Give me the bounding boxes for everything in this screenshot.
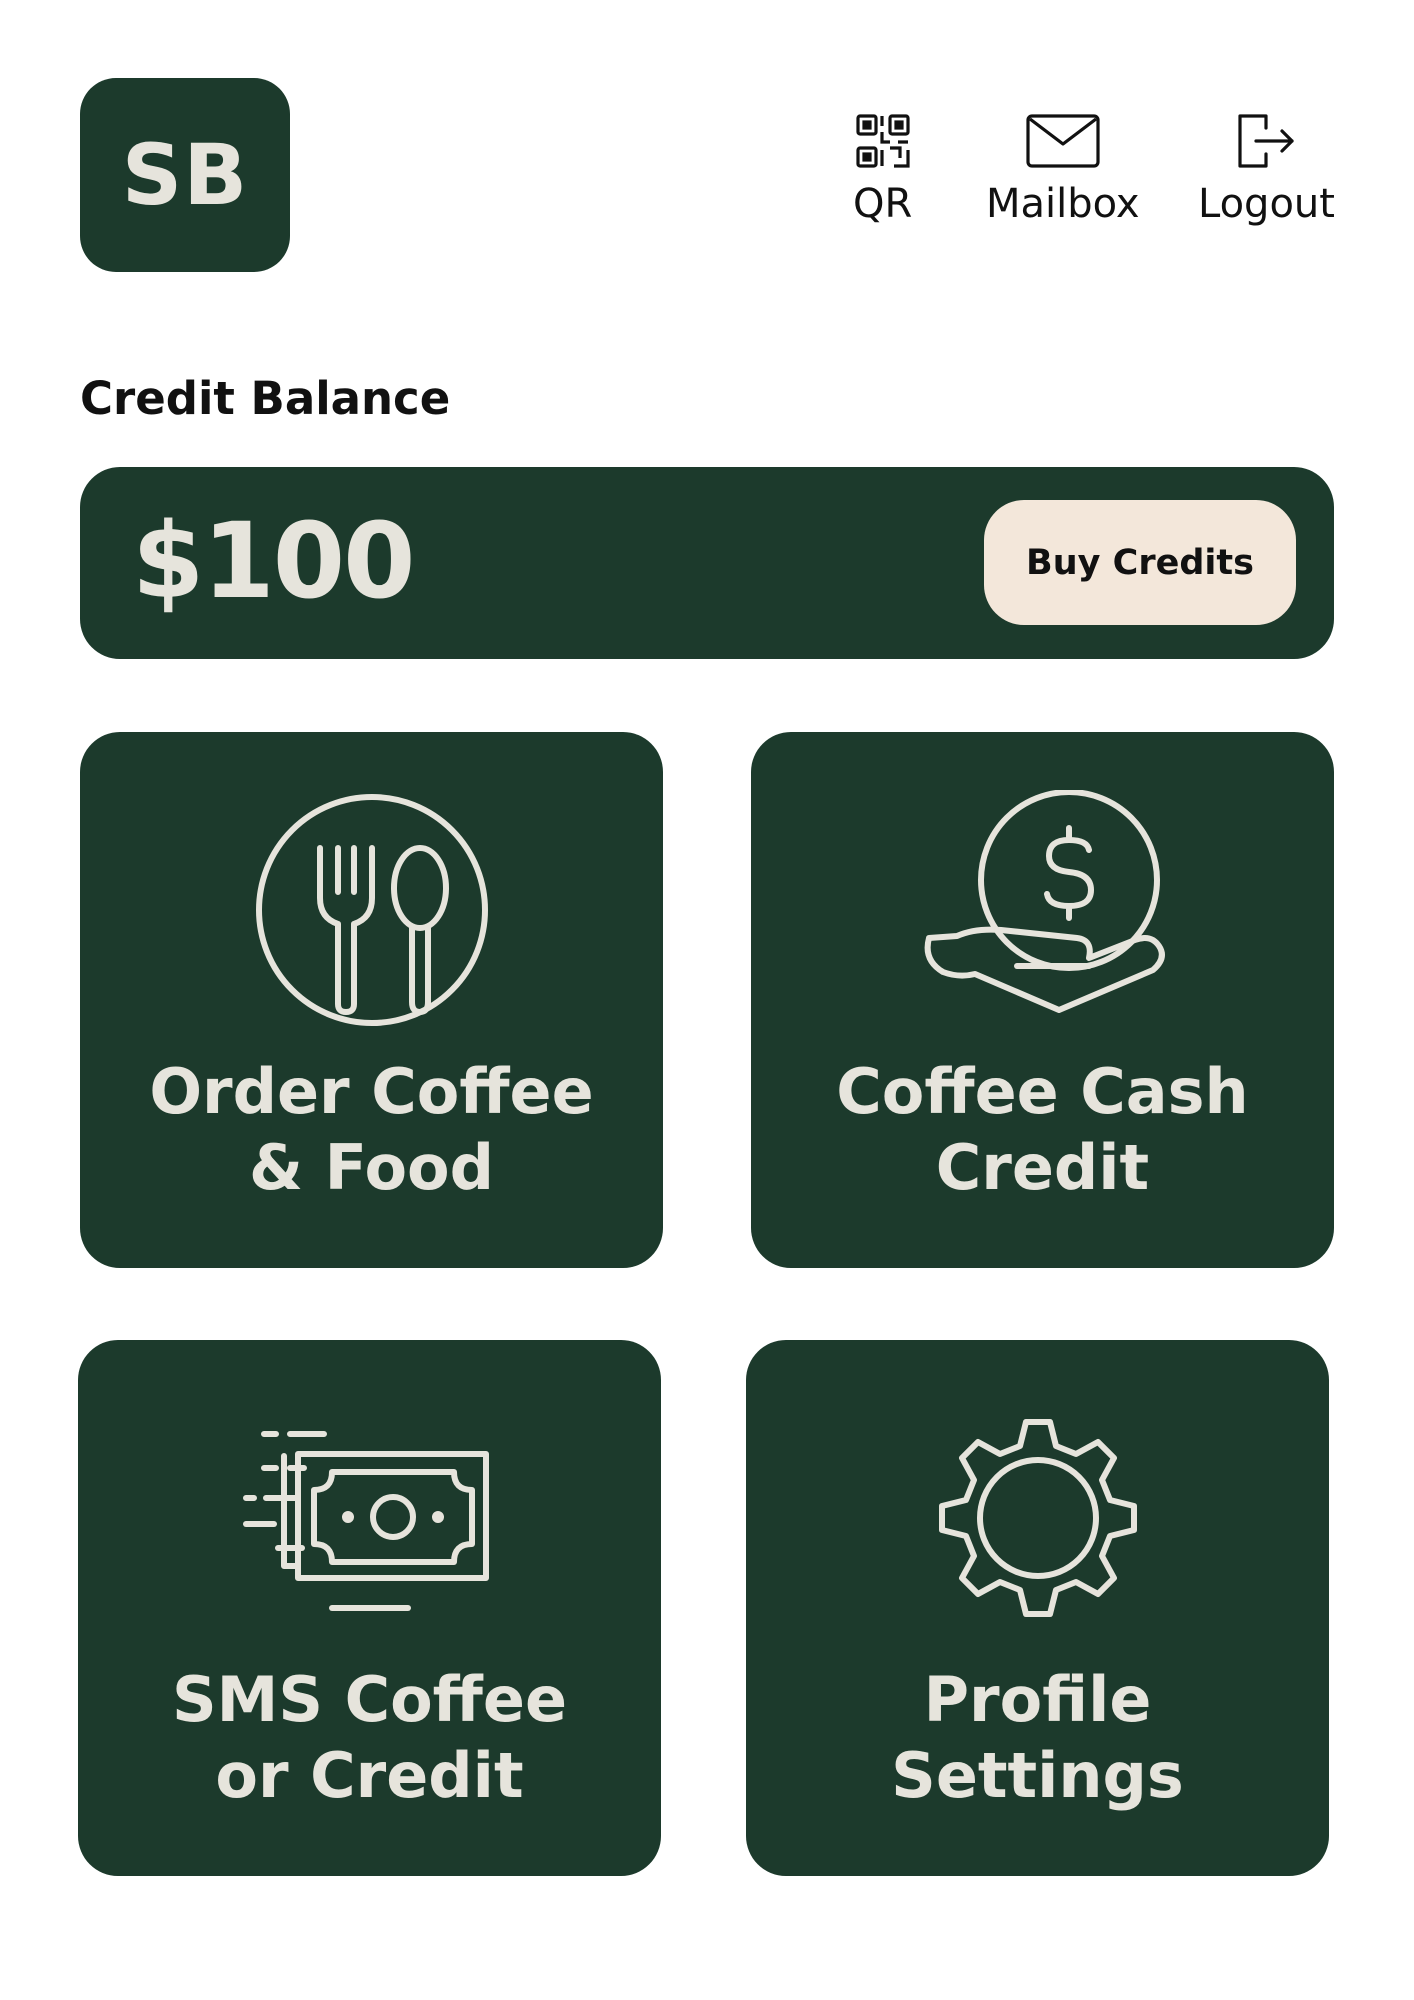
mailbox-button[interactable]: Mailbox — [986, 112, 1140, 224]
balance-card: $100 Buy Credits — [80, 467, 1334, 659]
buy-credits-button[interactable]: Buy Credits — [984, 500, 1296, 625]
logout-label: Logout — [1198, 181, 1335, 227]
envelope-icon — [1025, 112, 1101, 170]
money-transfer-icon — [242, 1431, 489, 1611]
qr-button[interactable]: QR — [853, 112, 912, 224]
tile-order-coffee-food[interactable]: Order Coffee & Food — [80, 732, 663, 1268]
tile-label: Profile Settings — [891, 1663, 1184, 1812]
mailbox-label: Mailbox — [986, 181, 1140, 227]
credit-balance-heading: Credit Balance — [80, 372, 451, 425]
gear-icon — [938, 1419, 1137, 1617]
fork-spoon-icon — [255, 794, 488, 1026]
tile-coffee-cash-credit[interactable]: Coffee Cash Credit — [751, 732, 1334, 1268]
tile-label: Coffee Cash Credit — [836, 1055, 1249, 1204]
hand-coin-icon — [924, 790, 1165, 1013]
tile-sms-coffee-credit[interactable]: SMS Coffee or Credit — [78, 1340, 661, 1876]
avatar-initials: SB — [121, 126, 249, 224]
qr-code-icon — [854, 112, 912, 170]
avatar[interactable]: SB — [80, 78, 290, 272]
tile-profile-settings[interactable]: Profile Settings — [746, 1340, 1329, 1876]
tile-label: SMS Coffee or Credit — [171, 1663, 567, 1812]
tile-label: Order Coffee & Food — [149, 1055, 594, 1204]
qr-label: QR — [853, 181, 913, 227]
logout-icon — [1234, 112, 1298, 170]
logout-button[interactable]: Logout — [1198, 112, 1335, 224]
balance-amount: $100 — [132, 500, 415, 622]
